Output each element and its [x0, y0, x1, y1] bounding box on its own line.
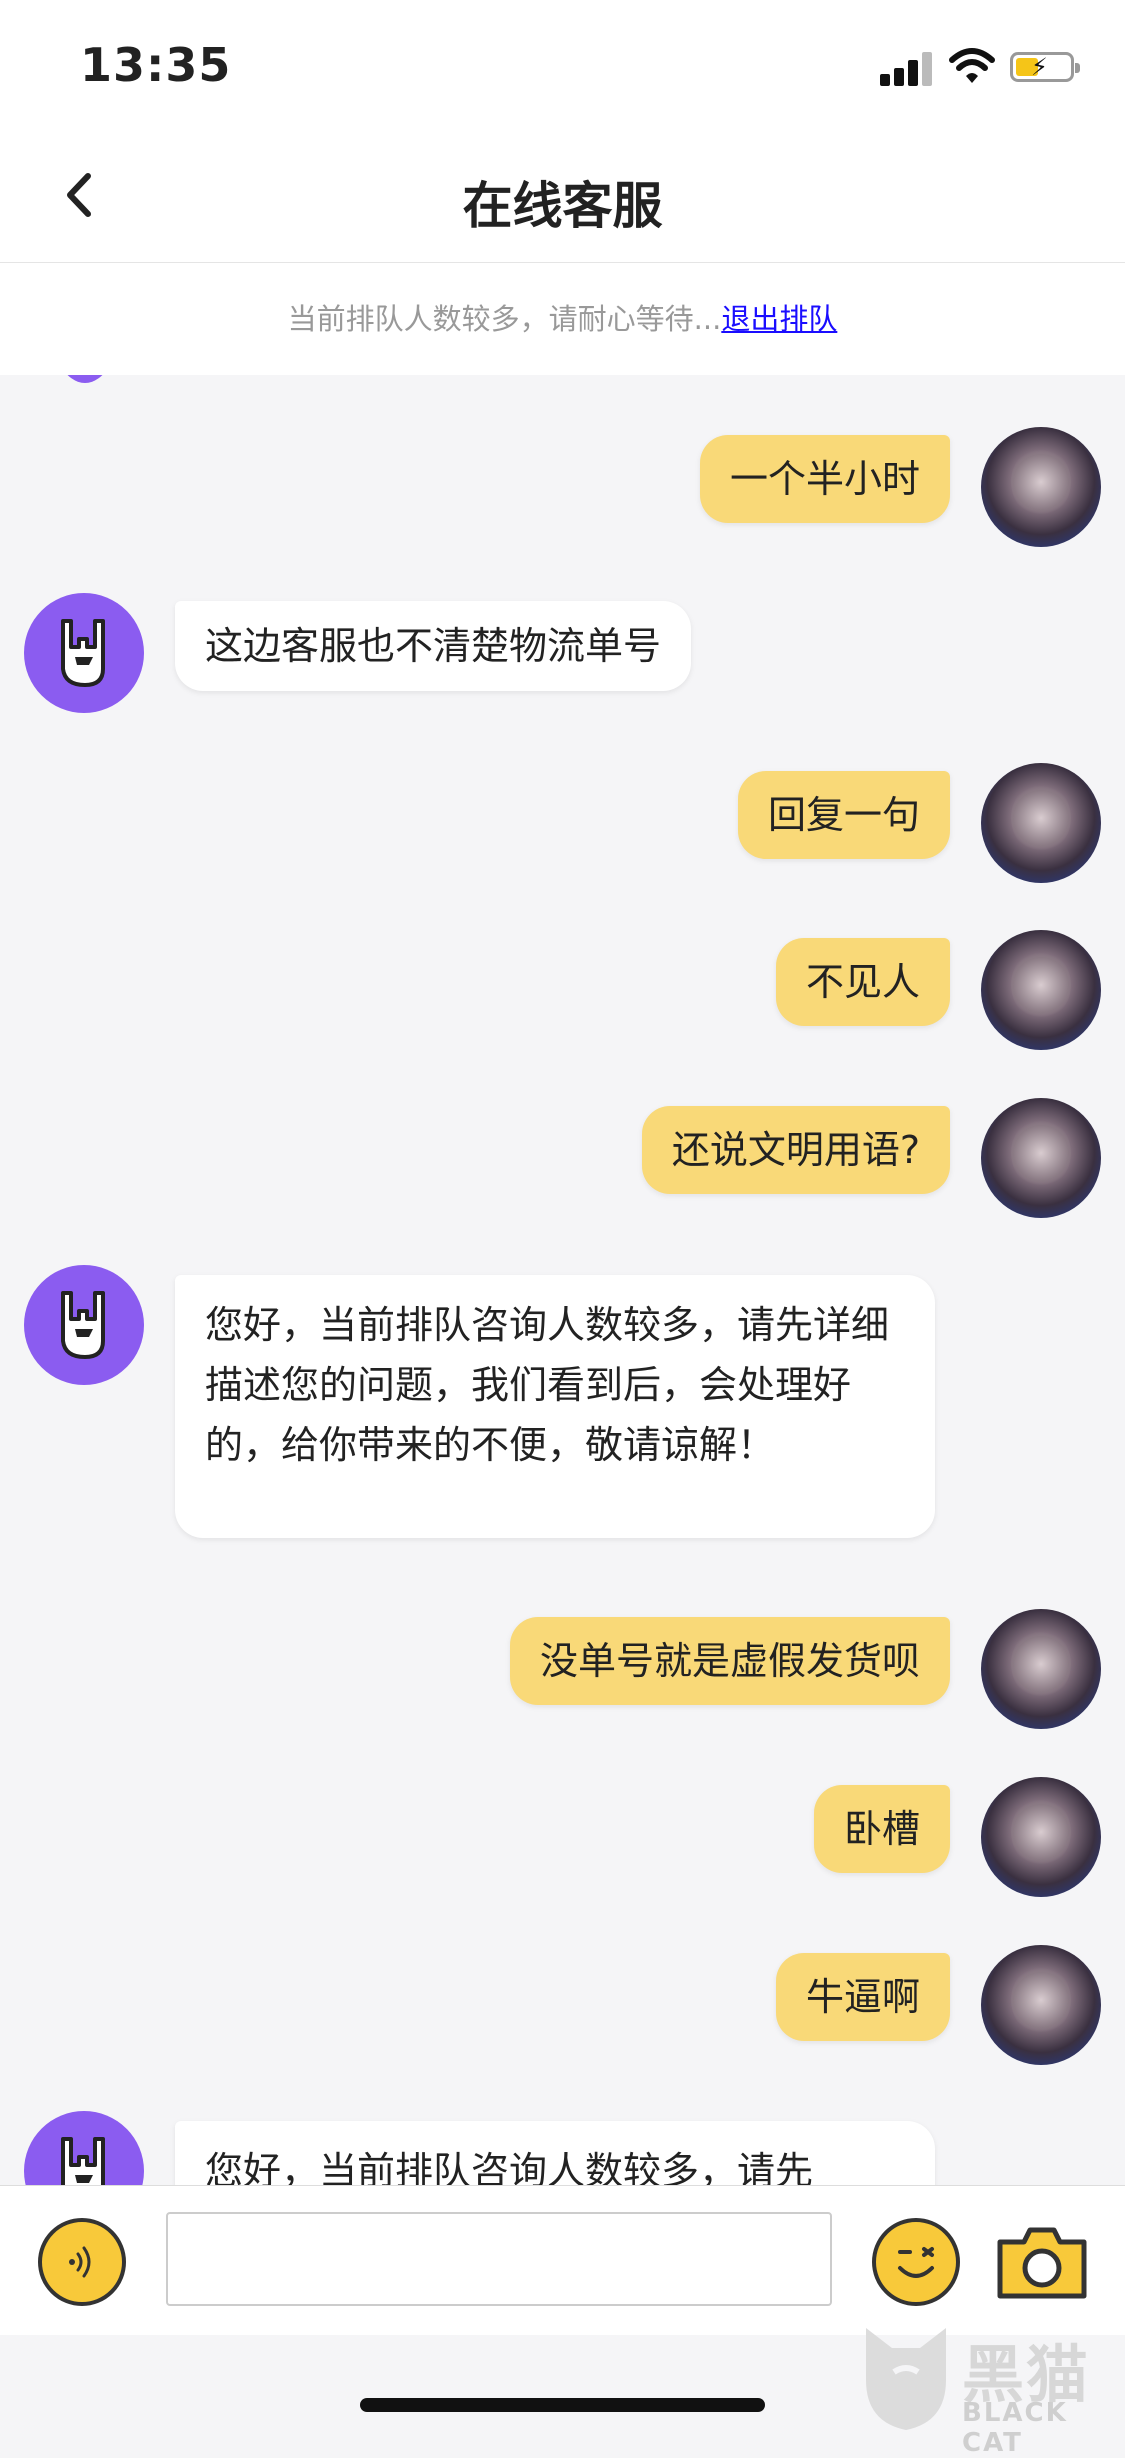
queue-notice: 当前排队人数较多，请耐心等待...退出排队 [0, 263, 1125, 375]
black-cat-logo-icon [866, 2328, 946, 2430]
user-avatar [981, 930, 1101, 1050]
message-bubble-agent: 您好，当前排队咨询人数较多，请先 [175, 2121, 935, 2185]
user-avatar [981, 1098, 1101, 1218]
user-avatar [981, 1945, 1101, 2065]
message-bubble-agent: 这边客服也不清楚物流单号 [175, 601, 692, 691]
wifi-icon [949, 48, 995, 83]
chat-list[interactable]: 一个半小时 这边客服也不清楚物流单号 回复一句 不见人 还说文明用语? 您好，当… [0, 375, 1125, 2185]
agent-avatar [24, 2111, 144, 2185]
agent-avatar [24, 593, 144, 713]
user-avatar [981, 1609, 1101, 1729]
rock-hand-icon [61, 2137, 105, 2185]
agent-avatar [50, 375, 120, 383]
message-bubble-user: 卧槽 [813, 1785, 950, 1873]
agent-avatar [24, 1265, 144, 1385]
emoji-icon [898, 2247, 934, 2278]
message-bubble-user: 一个半小时 [699, 435, 950, 523]
user-avatar [981, 763, 1101, 883]
home-indicator[interactable] [360, 2398, 765, 2412]
watermark-en: BLACK CAT [962, 2398, 1068, 2458]
user-avatar [981, 427, 1101, 547]
status-time: 13:35 [80, 38, 232, 92]
page-title: 在线客服 [462, 177, 663, 235]
message-input[interactable] [166, 2212, 832, 2306]
queue-text: 当前排队人数较多，请耐心等待... [287, 302, 722, 336]
battery-icon: ⚡ [1010, 52, 1080, 82]
status-bar: 13:35 ⚡ [0, 0, 1125, 130]
message-bubble-user: 还说文明用语? [641, 1106, 950, 1194]
message-bubble-agent: 您好，当前排队咨询人数较多，请先详细描述您的问题，我们看到后，会处理好的，给你带… [175, 1275, 935, 1538]
rock-hand-icon [61, 1291, 105, 1359]
rock-hand-icon [61, 619, 105, 687]
emoji-button[interactable] [872, 2218, 960, 2306]
message-bubble-user: 没单号就是虚假发货呗 [509, 1617, 950, 1705]
message-bubble-user: 回复一句 [737, 771, 950, 859]
user-avatar [981, 1777, 1101, 1897]
exit-queue-link[interactable]: 退出排队 [721, 302, 837, 336]
voice-icon [69, 2246, 91, 2278]
voice-button[interactable] [38, 2218, 126, 2306]
message-bubble-user: 牛逼啊 [775, 1953, 950, 2041]
input-bar [0, 2185, 1125, 2336]
signal-icon [880, 50, 936, 86]
camera-icon[interactable] [994, 2222, 1090, 2302]
nav-bar: 在线客服 [0, 130, 1125, 263]
watermark: 黑猫 BLACK CAT [850, 2318, 1125, 2458]
message-bubble-user: 不见人 [775, 938, 950, 1026]
